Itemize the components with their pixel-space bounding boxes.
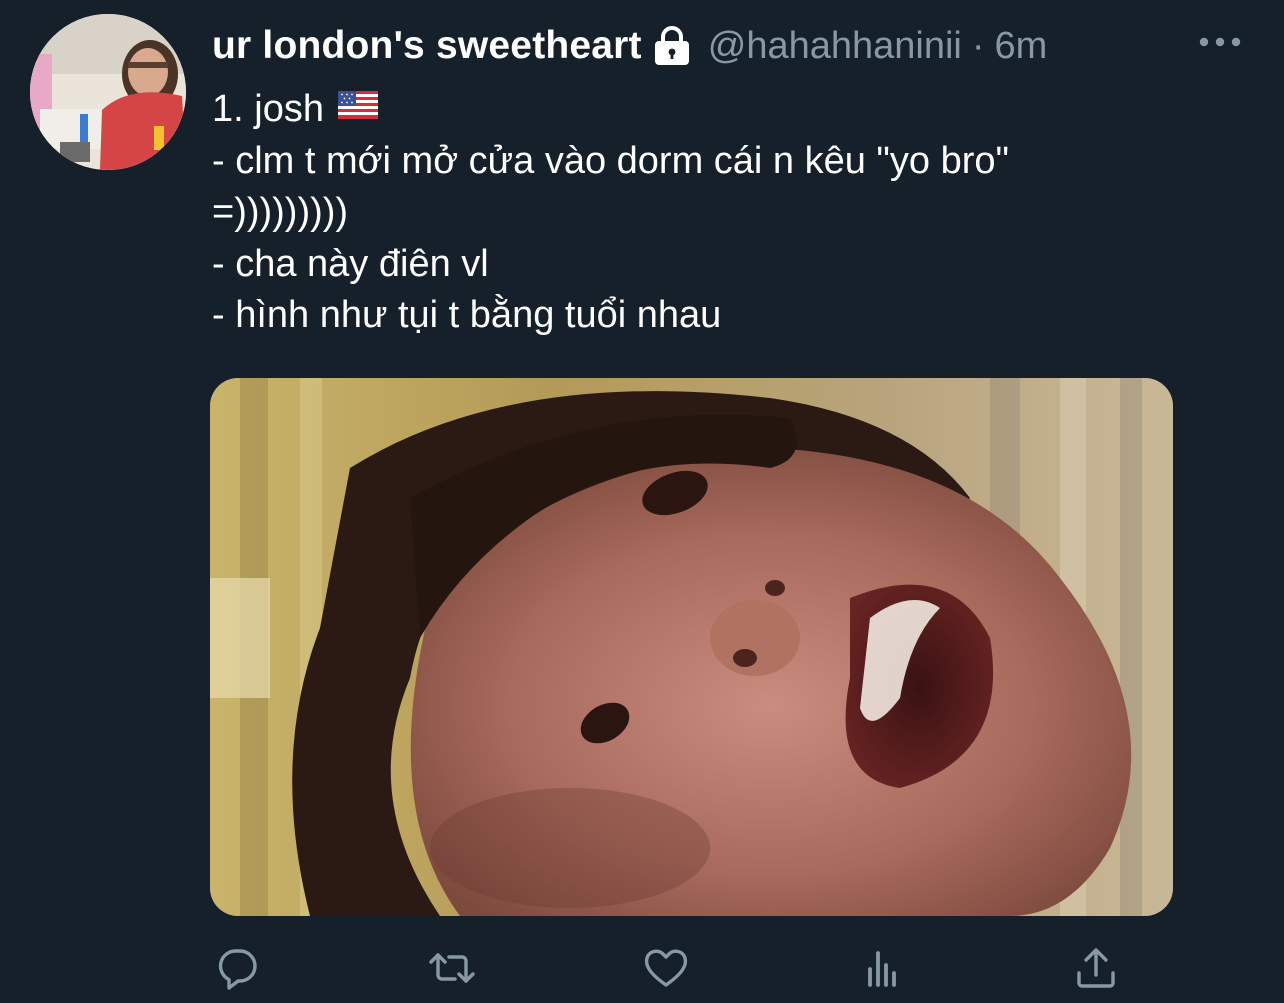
retweet-button[interactable] [422, 938, 482, 998]
analytics-button[interactable] [852, 938, 912, 998]
like-button[interactable] [636, 938, 696, 998]
lock-icon [652, 26, 692, 66]
tweet-text: 1. josh - clm t mới mở cửa vào dorm cái … [212, 84, 1212, 342]
tweet-line: - cha này điên vl [212, 242, 489, 285]
reply-icon [218, 949, 257, 990]
analytics-icon [868, 951, 896, 987]
tweet-media-image[interactable] [210, 378, 1173, 916]
tweet-line-text: 1. josh [212, 88, 324, 130]
avatar-image [30, 14, 186, 170]
separator-dot: · [971, 24, 985, 67]
us-flag-icon [337, 82, 378, 134]
avatar[interactable] [30, 14, 186, 170]
tweet[interactable]: ur london's sweetheart @hahahhaninii · 6… [0, 0, 1284, 1003]
tweet-line: =))))))))) [212, 191, 349, 233]
user-handle[interactable]: @hahahhaninii [708, 25, 962, 68]
tweet-header: ur london's sweetheart @hahahhaninii · 6… [212, 18, 1047, 74]
timestamp[interactable]: 6m [995, 25, 1048, 68]
retweet-icon [429, 953, 475, 983]
tweet-line: - clm t mới mở cửa vào dorm cái n kêu "y… [212, 139, 1010, 182]
tweet-line: - hình như tụi t bằng tuổi nhau [212, 294, 722, 336]
share-button[interactable] [1066, 938, 1126, 998]
share-icon [1077, 948, 1115, 988]
tweet-line: 1. josh [212, 84, 1212, 136]
reply-button[interactable] [208, 938, 268, 998]
tweet-actions [0, 938, 1284, 998]
display-name[interactable]: ur london's sweetheart [212, 24, 642, 68]
more-icon[interactable] [1196, 28, 1244, 56]
like-icon [644, 949, 688, 987]
